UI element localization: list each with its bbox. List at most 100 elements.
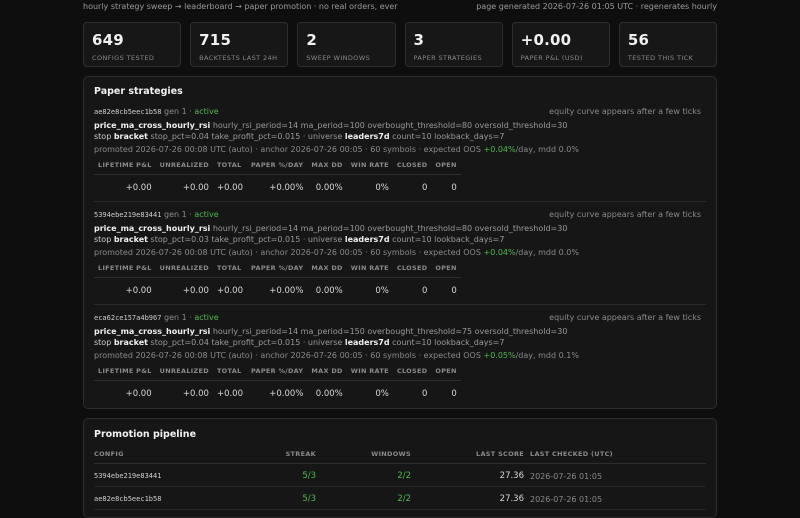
col-closed: CLOSED xyxy=(392,262,432,278)
stat-label: BACKTESTS LAST 24H xyxy=(199,54,278,62)
entry-rule: price_ma_cross_hourly_rsi hourly_rsi_per… xyxy=(94,224,567,233)
metrics-table: LIFETIME P&L UNREALIZED TOTAL PAPER %/DA… xyxy=(94,159,461,193)
stat-paper-pnl: +0.00 PAPER P&L (USD) xyxy=(511,22,610,67)
strategy-header: 5394ebe219e83441 gen 1 · active xyxy=(94,210,219,219)
last-checked-value: 2026-07-26 01:05 xyxy=(524,463,706,487)
universe-params: count=10 lookback_days=7 xyxy=(392,132,505,141)
strategy-divider xyxy=(94,201,706,202)
metric-paper-pct-day: +0.00% xyxy=(269,286,304,296)
table-row[interactable]: ae82e8cb5eec1b58 5/3 2/2 27.36 2026-07-2… xyxy=(94,486,706,510)
expected-oos: +0.04% xyxy=(483,248,516,257)
metric-total: +0.00 xyxy=(216,183,244,193)
entry-params: hourly_rsi_period=14 ma_period=150 overb… xyxy=(212,327,568,336)
entry-name: price_ma_cross_hourly_rsi xyxy=(94,121,211,130)
col-paper-pct-day: PAPER %/DAY xyxy=(247,365,308,381)
last-checked-value: 2026-07-26 01:05 xyxy=(524,486,706,510)
separator-dot: · xyxy=(189,210,192,219)
col-open: OPEN xyxy=(431,365,461,381)
stat-label: CONFIGS TESTED xyxy=(92,54,155,62)
metric-closed: 0 xyxy=(421,286,428,296)
col-open: OPEN xyxy=(431,262,461,278)
col-total: TOTAL xyxy=(212,262,248,278)
col-max-dd: MAX DD xyxy=(307,159,347,175)
promoted-text: promoted 2026-07-26 00:08 UTC (auto) · a… xyxy=(94,248,481,257)
metric-max-dd: 0.00% xyxy=(315,183,343,193)
generated-timestamp: page generated 2026-07-26 01:05 UTC · re… xyxy=(476,2,717,11)
strategy-gen: gen 1 xyxy=(163,313,187,322)
stop-label: stop xyxy=(94,132,112,141)
stop-rule: stop bracket stop_pct=0.04 take_profit_p… xyxy=(94,132,504,141)
promotion-info: promoted 2026-07-26 00:08 UTC (auto) · a… xyxy=(94,145,579,154)
metrics-row: +0.00 +0.00 +0.00 +0.00% 0.00% 0% 0 0 xyxy=(94,381,461,399)
col-lifetime-pnl: LIFETIME P&L xyxy=(94,262,156,278)
stat-label: PAPER P&L (USD) xyxy=(520,54,583,62)
stop-params: stop_pct=0.03 take_profit_pct=0.015 · un… xyxy=(150,235,343,244)
metrics-row: +0.00 +0.00 +0.00 +0.00% 0.00% 0% 0 0 xyxy=(94,175,461,193)
strategy-hash[interactable]: eca62ce157a4b967 xyxy=(94,314,161,322)
stop-name: bracket xyxy=(113,132,148,141)
stat-label: SWEEP WINDOWS xyxy=(306,54,371,62)
metrics-header-row: LIFETIME P&L UNREALIZED TOTAL PAPER %/DA… xyxy=(94,159,461,175)
col-win-rate: WIN RATE xyxy=(346,262,393,278)
streak-value: 5/3 xyxy=(254,486,316,510)
promotion-info: promoted 2026-07-26 00:08 UTC (auto) · a… xyxy=(94,351,579,360)
stop-params: stop_pct=0.04 take_profit_pct=0.015 · un… xyxy=(150,132,343,141)
col-config: CONFIG xyxy=(94,449,254,464)
col-max-dd: MAX DD xyxy=(307,262,347,278)
windows-value: 2/2 xyxy=(316,486,411,510)
equity-curve-note: equity curve appears after a few ticks xyxy=(549,210,701,219)
metric-lifetime-pnl: +0.00 xyxy=(125,286,152,296)
strategy-hash[interactable]: ae82e8cb5eec1b58 xyxy=(94,108,161,116)
stat-label: PAPER STRATEGIES xyxy=(413,54,483,62)
metric-unrealized: +0.00 xyxy=(182,286,209,296)
stat-sweep-windows: 2 SWEEP WINDOWS xyxy=(297,22,396,67)
config-hash[interactable]: 5394ebe219e83441 xyxy=(94,463,254,487)
col-open: OPEN xyxy=(431,159,461,175)
metric-closed: 0 xyxy=(421,183,428,193)
metric-total: +0.00 xyxy=(216,286,244,296)
entry-name: price_ma_cross_hourly_rsi xyxy=(94,224,211,233)
col-win-rate: WIN RATE xyxy=(346,365,393,381)
promoted-text: promoted 2026-07-26 00:08 UTC (auto) · a… xyxy=(94,351,481,360)
metric-win-rate: 0% xyxy=(375,286,389,296)
last-score-value: 27.36 xyxy=(411,463,524,487)
expected-oos: +0.04% xyxy=(483,145,516,154)
stat-value: 56 xyxy=(627,31,650,49)
universe-name: leaders7d xyxy=(344,235,390,244)
strategy-gen: gen 1 xyxy=(163,107,187,116)
metric-lifetime-pnl: +0.00 xyxy=(125,389,152,399)
pipeline-description: hourly strategy sweep → leaderboard → pa… xyxy=(83,2,398,11)
universe-name: leaders7d xyxy=(344,132,390,141)
stat-paper-strategies: 3 PAPER STRATEGIES xyxy=(404,22,503,67)
col-max-dd: MAX DD xyxy=(307,365,347,381)
table-row[interactable]: 5394ebe219e83441 5/3 2/2 27.36 2026-07-2… xyxy=(94,463,706,487)
col-win-rate: WIN RATE xyxy=(346,159,393,175)
col-total: TOTAL xyxy=(212,159,248,175)
stop-name: bracket xyxy=(113,338,148,347)
status-badge: active xyxy=(194,210,219,219)
col-unrealized: UNREALIZED xyxy=(155,262,213,278)
metric-open: 0 xyxy=(451,183,457,193)
promotion-table: CONFIG STREAK WINDOWS LAST SCORE LAST CH… xyxy=(94,449,706,510)
entry-rule: price_ma_cross_hourly_rsi hourly_rsi_per… xyxy=(94,327,567,336)
strategy-hash[interactable]: 5394ebe219e83441 xyxy=(94,211,161,219)
stat-value: 649 xyxy=(92,31,124,49)
universe-params: count=10 lookback_days=7 xyxy=(392,235,505,244)
promotion-pipeline-panel: Promotion pipeline CONFIG STREAK WINDOWS… xyxy=(83,418,717,518)
col-windows: WINDOWS xyxy=(316,449,411,464)
metric-unrealized: +0.00 xyxy=(182,183,209,193)
promoted-suffix: /day, mdd 0.1% xyxy=(515,351,579,360)
col-total: TOTAL xyxy=(212,365,248,381)
col-unrealized: UNREALIZED xyxy=(155,365,213,381)
top-bar: hourly strategy sweep → leaderboard → pa… xyxy=(83,0,717,12)
metrics-table: LIFETIME P&L UNREALIZED TOTAL PAPER %/DA… xyxy=(94,262,461,296)
config-hash[interactable]: ae82e8cb5eec1b58 xyxy=(94,486,254,510)
stat-value: +0.00 xyxy=(520,31,572,49)
windows-value: 2/2 xyxy=(316,463,411,487)
universe-name: leaders7d xyxy=(344,338,390,347)
strategy-header: eca62ce157a4b967 gen 1 · active xyxy=(94,313,219,322)
stop-rule: stop bracket stop_pct=0.03 take_profit_p… xyxy=(94,235,504,244)
entry-params: hourly_rsi_period=14 ma_period=100 overb… xyxy=(212,121,568,130)
stat-value: 2 xyxy=(306,31,317,49)
separator-dot: · xyxy=(189,107,192,116)
